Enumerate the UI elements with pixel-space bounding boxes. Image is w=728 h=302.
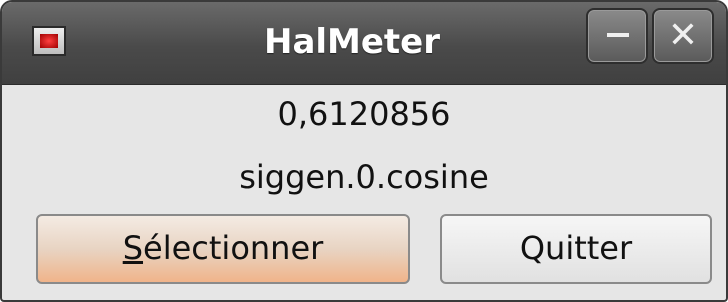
minimize-icon xyxy=(607,33,629,37)
select-button[interactable]: Sélectionner xyxy=(36,214,410,284)
signal-name: siggen.0.cosine xyxy=(239,158,489,196)
select-button-mnemonic: S xyxy=(122,229,144,267)
quit-button[interactable]: Quitter xyxy=(440,214,712,284)
minimize-button[interactable] xyxy=(586,8,648,64)
window-title: HalMeter xyxy=(263,22,441,62)
app-icon[interactable] xyxy=(32,26,66,56)
close-button[interactable]: ✕ xyxy=(652,8,714,64)
halmeter-window: HalMeter ✕ 0,6120856 siggen.0.cosine Sél… xyxy=(0,0,728,302)
close-icon: ✕ xyxy=(667,15,699,56)
title-bar[interactable]: HalMeter ✕ xyxy=(2,2,726,85)
select-button-label: électionner xyxy=(143,229,324,267)
meter-value: 0,6120856 xyxy=(277,95,451,133)
